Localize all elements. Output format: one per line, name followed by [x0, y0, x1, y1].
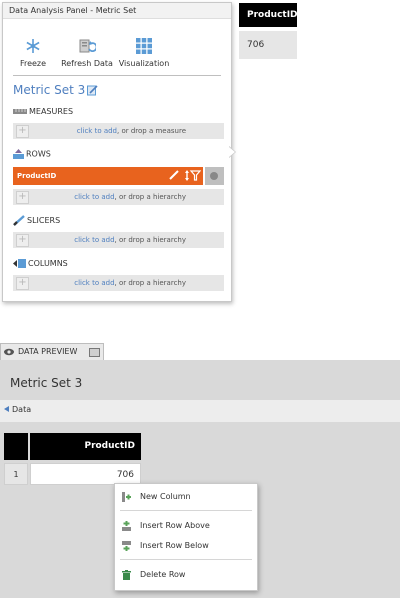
- insert-row-above-icon: [122, 521, 131, 531]
- back-arrow-icon: [4, 406, 9, 412]
- slicers-drop-hint: , or drop a hierarchy: [114, 236, 186, 244]
- add-column-plus-icon[interactable]: +: [16, 277, 29, 290]
- columns-icon: [13, 259, 26, 268]
- slicers-knife-icon: [13, 215, 25, 226]
- measures-label: MEASURES: [29, 107, 74, 116]
- data-preview-tab[interactable]: DATA PREVIEW: [0, 343, 104, 360]
- menu-label: Delete Row: [140, 570, 186, 579]
- menu-item-new-column[interactable]: New Column: [115, 489, 257, 505]
- measures-drop-hint: , or drop a measure: [117, 127, 186, 135]
- rows-label: ROWS: [26, 149, 51, 159]
- measures-drop-zone[interactable]: + click to add, or drop a measure: [13, 123, 224, 139]
- menu-item-delete-row[interactable]: Delete Row: [115, 567, 257, 583]
- measures-icon: [13, 109, 27, 114]
- rows-drop-zone[interactable]: + click to add, or drop a hierarchy: [13, 189, 224, 205]
- sort-filter-icon[interactable]: [185, 169, 202, 181]
- freeze-button[interactable]: Freeze: [15, 37, 51, 68]
- add-measure-plus-icon[interactable]: +: [16, 125, 29, 138]
- slicers-section-label: SLICERS: [13, 215, 60, 226]
- slicers-drop-zone[interactable]: + click to add, or drop a hierarchy: [13, 232, 224, 248]
- refresh-data-button[interactable]: Refresh Data: [59, 37, 115, 68]
- menu-separator: [120, 510, 252, 511]
- rows-drop-hint: , or drop a hierarchy: [114, 193, 186, 201]
- columns-label: COLUMNS: [28, 259, 68, 268]
- columns-drop-zone[interactable]: + click to add, or drop a hierarchy: [13, 275, 224, 291]
- data-analysis-panel: Data Analysis Panel - Metric Set Freeze …: [2, 2, 232, 302]
- slicers-add-link[interactable]: click to add: [74, 236, 114, 244]
- menu-label: New Column: [140, 492, 191, 501]
- rows-section-label: ROWS: [13, 149, 51, 159]
- columns-section-label: COLUMNS: [13, 259, 68, 268]
- columns-drop-hint: , or drop a hierarchy: [114, 279, 186, 287]
- snowflake-icon: [26, 39, 40, 53]
- panel-pointer-arrow-inner: [229, 147, 235, 157]
- panel-title: Data Analysis Panel - Metric Set: [3, 3, 231, 19]
- menu-item-insert-row-below[interactable]: Insert Row Below: [115, 538, 257, 554]
- refresh-data-icon: [79, 39, 96, 53]
- visualization-grid-icon: [136, 38, 152, 54]
- measures-section-label: MEASURES: [13, 107, 73, 116]
- menu-label: Insert Row Above: [140, 521, 210, 530]
- add-slicer-plus-icon[interactable]: +: [16, 234, 29, 247]
- visualization-label: Visualization: [118, 59, 170, 68]
- menu-item-insert-row-above[interactable]: Insert Row Above: [115, 518, 257, 534]
- menu-separator: [120, 559, 252, 560]
- data-preview-tab-label: DATA PREVIEW: [18, 347, 78, 356]
- grid-column-header[interactable]: ProductID: [30, 433, 141, 460]
- data-breadcrumb-band: [0, 400, 400, 422]
- grid-cell[interactable]: 706: [30, 463, 141, 485]
- grid-corner: [4, 433, 28, 460]
- freeze-label: Freeze: [19, 59, 47, 68]
- mini-table-cell[interactable]: 706: [239, 31, 297, 59]
- refresh-data-label: Refresh Data: [61, 59, 113, 68]
- remove-circle-icon: [210, 172, 218, 180]
- minimize-icon[interactable]: [89, 348, 100, 357]
- columns-add-link[interactable]: click to add: [74, 279, 114, 287]
- measures-add-link[interactable]: click to add: [77, 127, 117, 135]
- mini-table-header[interactable]: ProductID: [239, 3, 298, 27]
- context-menu: New Column Insert Row Above Insert Row B…: [114, 483, 258, 591]
- edit-metric-set-icon[interactable]: [87, 85, 98, 96]
- new-column-icon: [122, 492, 131, 502]
- data-back-link[interactable]: Data: [4, 405, 31, 414]
- data-link-label: Data: [12, 405, 32, 414]
- metric-set-name: Metric Set 3: [13, 83, 86, 97]
- insert-row-below-icon: [122, 541, 131, 551]
- add-row-plus-icon[interactable]: +: [16, 191, 29, 204]
- menu-label: Insert Row Below: [140, 541, 209, 550]
- visualization-button[interactable]: Visualization: [116, 37, 172, 68]
- remove-item-button[interactable]: [205, 167, 224, 185]
- toolbar-divider: [13, 75, 221, 76]
- slicers-label: SLICERS: [27, 216, 61, 225]
- rows-item-tools: [165, 167, 203, 185]
- data-preview-title: Metric Set 3: [10, 376, 83, 390]
- trash-icon: [122, 570, 131, 580]
- grid-row-number[interactable]: 1: [4, 463, 28, 485]
- rows-icon: [13, 149, 24, 159]
- data-preview-icon: [4, 348, 14, 356]
- edit-pencil-icon[interactable]: [169, 170, 179, 180]
- rows-add-link[interactable]: click to add: [74, 193, 114, 201]
